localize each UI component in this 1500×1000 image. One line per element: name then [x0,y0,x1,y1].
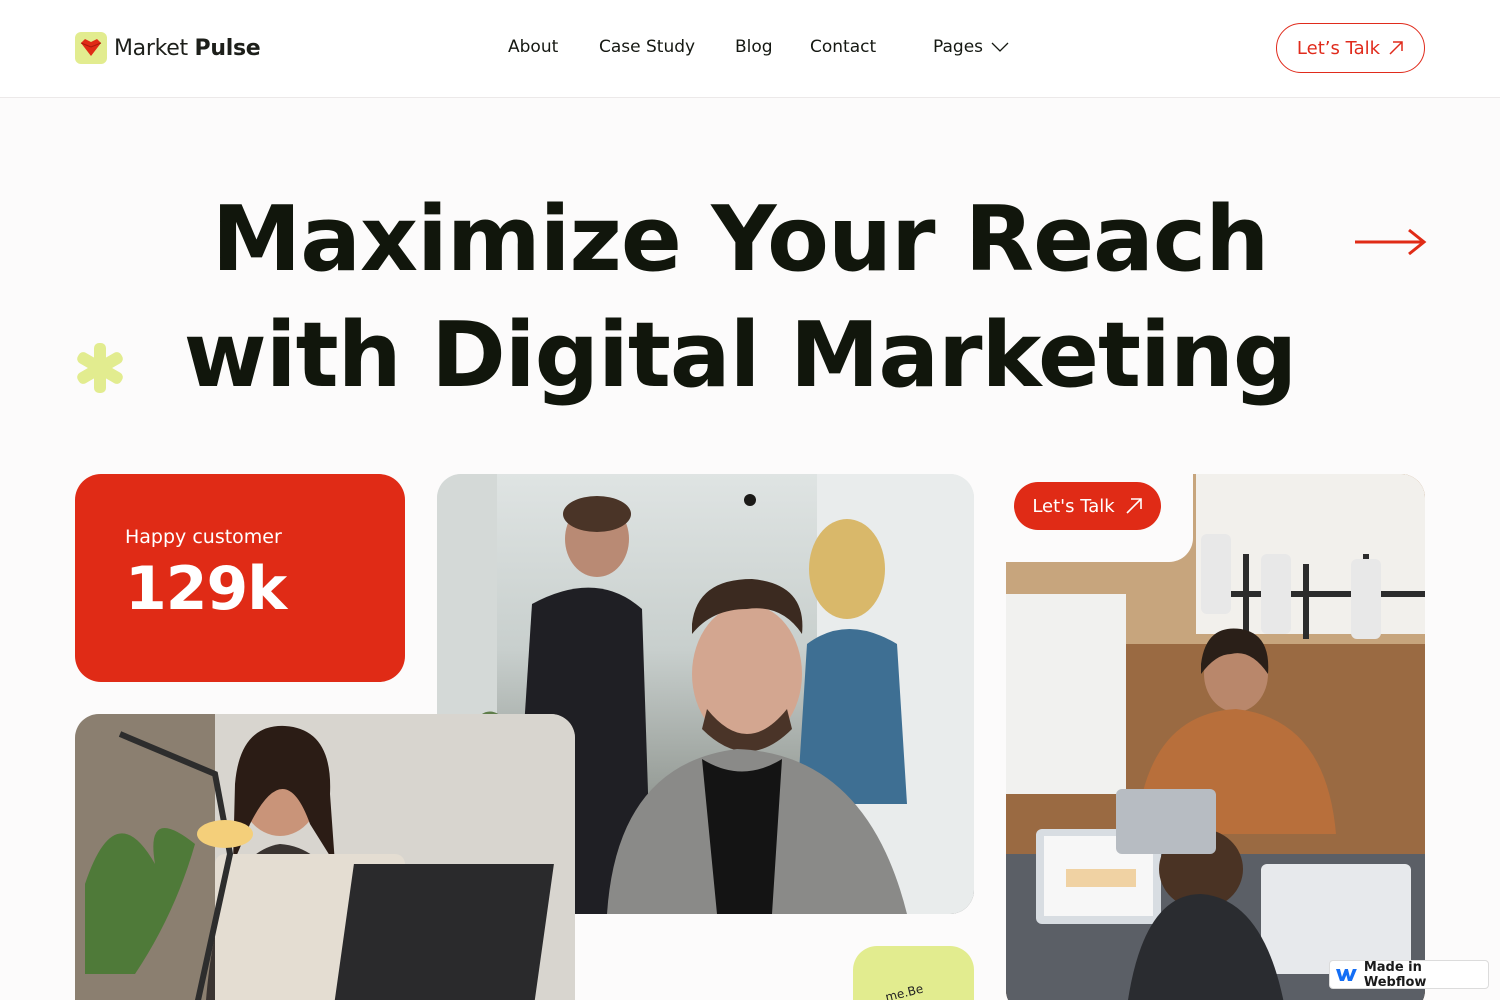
badge-text: me.Be [883,981,925,1000]
card-lets-talk-label: Let's Talk [1032,495,1115,517]
happy-customer-card: Happy customer 129k [75,474,405,682]
lets-talk-button[interactable]: Let’s Talk [1276,23,1425,73]
arrow-right-icon[interactable] [1353,227,1427,257]
brand-logo[interactable]: Market Pulse [75,32,261,64]
lets-talk-label: Let’s Talk [1296,37,1381,59]
stat-value: 129k [125,554,287,624]
chevron-down-icon [991,42,1009,52]
asterisk-icon [77,343,123,393]
nav-case-study[interactable]: Case Study [599,37,695,57]
heart-logo-icon [75,32,107,64]
brand-name: Market Pulse [114,35,261,61]
carousel-dot[interactable] [744,494,756,506]
stat-label: Happy customer [125,526,282,548]
webflow-logo-icon [1336,968,1357,981]
spacer [405,474,437,714]
webflow-badge-label: Made in Webflow [1363,959,1427,990]
site-header: Market Pulse About Case Study Blog Conta… [0,0,1500,98]
team-photo-woman-laptop [75,714,575,1000]
made-in-webflow-badge[interactable]: Made in Webflow [1329,959,1489,990]
rotating-text-badge: me.Be [853,946,974,1000]
arrow-up-right-icon [1389,41,1403,55]
card-lets-talk-button[interactable]: Let's Talk [1014,482,1161,530]
nav-contact[interactable]: Contact [810,37,876,57]
arrow-up-right-icon [1126,498,1142,514]
nav-pages-label: Pages [933,37,984,57]
nav-blog[interactable]: Blog [735,37,773,57]
nav-pages-dropdown[interactable]: Pages [933,37,1009,57]
nav-about[interactable]: About [508,37,558,57]
hero-title: Maximize Your Reach with Digital Marketi… [183,187,1298,408]
